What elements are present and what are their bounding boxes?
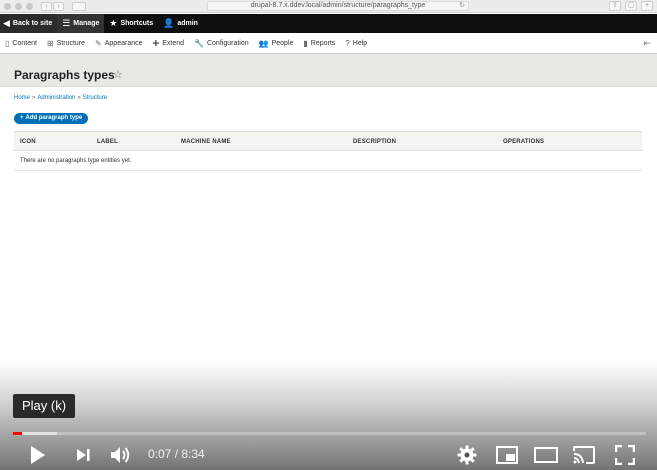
empty-table-message: There are no paragraphs type entities ye… bbox=[20, 158, 132, 164]
address-bar[interactable]: drupal-8.7.x.ddev.local/admin/structure/… bbox=[207, 1, 469, 11]
minimize-window-button[interactable] bbox=[15, 2, 22, 10]
close-window-button[interactable] bbox=[4, 2, 11, 10]
play-tooltip: Play (k) bbox=[13, 394, 76, 418]
miniplayer-button[interactable] bbox=[494, 443, 520, 467]
back-icon[interactable]: ‹ bbox=[41, 1, 52, 11]
breadcrumb-separator: » bbox=[32, 95, 36, 101]
share-icon[interactable]: ⇧ bbox=[609, 1, 621, 11]
brush-icon: ✎ bbox=[95, 38, 102, 48]
cast-button[interactable] bbox=[571, 443, 597, 467]
tray-item-structure[interactable]: ⊞ Structure bbox=[42, 33, 90, 54]
sidebar-toggle-icon[interactable] bbox=[72, 1, 86, 11]
user-icon: 👤 bbox=[163, 18, 175, 28]
tray-item-label: Help bbox=[352, 39, 368, 47]
tray-item-label: Structure bbox=[56, 39, 86, 47]
zoom-window-button[interactable] bbox=[26, 2, 33, 10]
paragraph-types-table: ICON LABEL MACHINE NAME DESCRIPTION OPER… bbox=[14, 131, 642, 171]
column-header-machine-name: MACHINE NAME bbox=[181, 139, 231, 145]
progress-bar[interactable] bbox=[13, 432, 646, 435]
column-header-label: LABEL bbox=[97, 139, 118, 145]
play-icon bbox=[31, 446, 45, 464]
new-tab-icon[interactable]: + bbox=[641, 1, 653, 11]
people-icon: 👥 bbox=[258, 38, 269, 48]
breadcrumb-separator: » bbox=[77, 95, 81, 101]
tray-item-appearance[interactable]: ✎ Appearance bbox=[90, 33, 147, 54]
table-header-row: ICON LABEL MACHINE NAME DESCRIPTION OPER… bbox=[14, 131, 642, 151]
tray-item-label: Appearance bbox=[104, 39, 143, 47]
puzzle-icon: ✚ bbox=[152, 38, 160, 48]
manage-tray: ▯ Content ⊞ Structure ✎ Appearance ✚ Ext… bbox=[0, 33, 657, 54]
bar-chart-icon: ▮ bbox=[303, 38, 308, 48]
progress-played bbox=[13, 432, 22, 435]
tray-item-label: Extend bbox=[162, 39, 185, 47]
tray-item-label: People bbox=[271, 39, 294, 47]
manage-tab[interactable]: ☰ Manage bbox=[57, 14, 105, 33]
fullscreen-button[interactable] bbox=[612, 443, 638, 467]
help-icon: ? bbox=[345, 38, 350, 48]
forward-icon[interactable]: › bbox=[53, 1, 64, 11]
add-button-label: Add paragraph type bbox=[25, 115, 83, 121]
file-icon: ▯ bbox=[5, 38, 10, 48]
shortcuts-tab[interactable]: ★ Shortcuts bbox=[104, 14, 158, 33]
table-row: There are no paragraphs type entities ye… bbox=[14, 151, 642, 171]
plus-icon: + bbox=[20, 115, 24, 121]
column-header-icon: ICON bbox=[20, 139, 36, 145]
column-header-description: DESCRIPTION bbox=[353, 139, 397, 145]
breadcrumb: Home » Administration » Structure bbox=[14, 95, 107, 101]
page-header: Paragraphs types ☆ bbox=[0, 55, 657, 87]
tray-item-configuration[interactable]: 🔧 Configuration bbox=[189, 33, 254, 54]
star-filled-icon: ★ bbox=[109, 18, 118, 28]
tray-item-help[interactable]: ? Help bbox=[340, 33, 372, 54]
browser-toolbar: ‹ › drupal-8.7.x.ddev.local/admin/struct… bbox=[0, 0, 657, 13]
tray-item-extend[interactable]: ✚ Extend bbox=[148, 33, 190, 54]
tray-item-reports[interactable]: ▮ Reports bbox=[298, 33, 340, 54]
sitemap-icon: ⊞ bbox=[46, 38, 54, 48]
add-paragraph-type-button[interactable]: + Add paragraph type bbox=[14, 113, 89, 124]
reload-icon[interactable]: ↻ bbox=[459, 2, 465, 10]
time-display: 0:07 / 8:34 bbox=[148, 446, 205, 462]
volume-button[interactable] bbox=[107, 443, 135, 467]
cast-icon bbox=[573, 446, 595, 464]
theater-mode-button[interactable] bbox=[532, 443, 560, 467]
breadcrumb-home[interactable]: Home bbox=[14, 95, 30, 101]
back-to-site-link[interactable]: ◀ Back to site bbox=[0, 14, 58, 33]
volume-icon bbox=[111, 447, 130, 463]
back-to-site-label: Back to site bbox=[12, 20, 53, 27]
next-icon bbox=[77, 449, 90, 461]
page-title: Paragraphs types bbox=[14, 68, 115, 82]
tray-item-label: Configuration bbox=[206, 39, 249, 47]
user-label: admin bbox=[177, 20, 198, 27]
url-text: drupal-8.7.x.ddev.local/admin/structure/… bbox=[250, 2, 426, 9]
history-nav: ‹ › bbox=[41, 1, 64, 11]
next-button[interactable] bbox=[71, 443, 95, 467]
manage-label: Manage bbox=[73, 20, 100, 27]
window-controls bbox=[4, 2, 33, 10]
hamburger-icon: ☰ bbox=[62, 18, 71, 28]
tray-item-label: Reports bbox=[310, 39, 336, 47]
breadcrumb-administration[interactable]: Administration bbox=[37, 95, 75, 101]
miniplayer-icon bbox=[496, 446, 518, 464]
tabs-overview-icon[interactable]: ▢ bbox=[625, 1, 637, 11]
tray-item-content[interactable]: ▯ Content bbox=[0, 33, 42, 54]
column-header-operations: OPERATIONS bbox=[503, 139, 545, 145]
browser-actions: ⇧ ▢ + bbox=[609, 1, 653, 11]
tray-orientation-toggle-icon[interactable]: ⇤ bbox=[643, 38, 651, 49]
theater-icon bbox=[534, 447, 558, 463]
back-arrow-icon: ◀ bbox=[3, 18, 10, 28]
time-display-text: 0:07 / 8:34 bbox=[148, 447, 205, 461]
admin-toolbar: ◀ Back to site ☰ Manage ★ Shortcuts 👤 ad… bbox=[0, 14, 657, 33]
settings-button[interactable] bbox=[455, 443, 479, 467]
user-tab[interactable]: 👤 admin bbox=[158, 14, 203, 33]
tray-item-people[interactable]: 👥 People bbox=[254, 33, 299, 54]
shortcut-star-icon[interactable]: ☆ bbox=[113, 68, 123, 81]
play-button[interactable] bbox=[26, 443, 50, 467]
fullscreen-icon bbox=[615, 445, 635, 465]
tray-item-label: Content bbox=[12, 39, 37, 47]
gear-icon bbox=[457, 445, 477, 465]
shortcuts-label: Shortcuts bbox=[120, 20, 154, 27]
wrench-icon: 🔧 bbox=[194, 38, 204, 48]
breadcrumb-structure[interactable]: Structure bbox=[83, 95, 107, 101]
